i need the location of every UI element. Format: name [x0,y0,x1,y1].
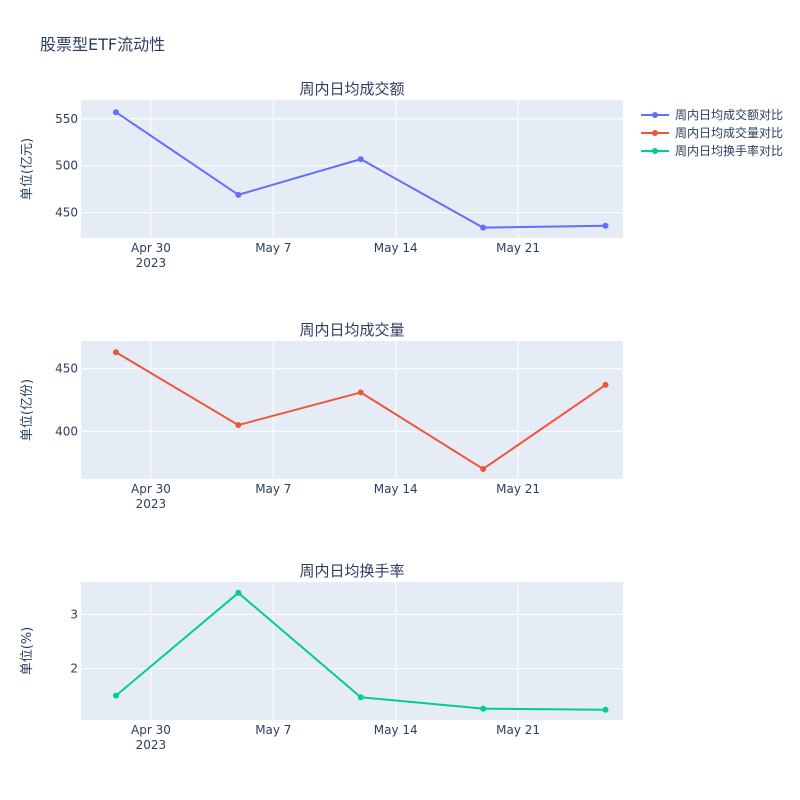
x-tick-year-label: 2023 [136,738,167,752]
y-tick-label: 2 [70,662,78,676]
legend-item[interactable]: 周内日均成交额对比 [641,107,783,122]
y-tick-label: 3 [70,607,78,621]
chart-panel-3: 周内日均换手率 Apr 302023 May 7 May 14 May 21 2 3 单位(%… [20,562,623,752]
data-point [480,465,487,472]
y-axis-label: 单位(亿份) [20,379,35,441]
x-tick-label: May 14 [374,241,418,255]
x-tick-year-label: 2023 [136,497,167,511]
data-point [112,109,119,116]
data-point [235,589,242,596]
legend-label: 周内日均成交量对比 [675,125,783,140]
x-tick-label: May 21 [496,241,540,255]
data-point [602,381,609,388]
chart-main-title: 股票型ETF流动性 [40,35,165,54]
plot-area [81,100,623,238]
data-point [602,222,609,229]
data-point [112,349,119,356]
y-axis-label: 单位(%) [20,627,35,676]
x-tick-label: May 7 [255,482,291,496]
x-tick-label: May 21 [496,723,540,737]
data-point [480,705,487,712]
legend-item[interactable]: 周内日均成交量对比 [641,125,783,140]
y-tick-label: 500 [55,159,78,173]
y-tick-label: 450 [55,206,78,220]
data-point [235,191,242,198]
x-tick-label: May 7 [255,241,291,255]
chart-panel-2: 周内日均成交量 Apr 302023 May 7 May 14 May 21 400 450… [20,321,623,511]
legend-label: 周内日均成交额对比 [675,107,783,122]
legend-swatch-marker [652,112,658,118]
subplot-title: 周内日均成交额 [299,80,404,98]
data-point [357,156,364,163]
legend-swatch-marker [652,130,658,136]
x-tick-label: May 7 [255,723,291,737]
plot-area [81,582,623,720]
x-tick-label: May 21 [496,482,540,496]
data-point [357,694,364,701]
y-tick-label: 550 [55,112,78,126]
panels: 周内日均成交额Apr 302023May 7 May 14 May 21450500… [20,80,623,752]
legend[interactable]: 周内日均成交额对比周内日均成交量对比周内日均换手率对比 [641,107,783,158]
y-axis-label: 单位(亿元) [20,138,35,200]
data-point [602,706,609,713]
legend-label: 周内日均换手率对比 [675,143,783,158]
legend-item[interactable]: 周内日均换手率对比 [641,143,783,158]
x-tick-label: Apr 30 [131,723,171,737]
x-tick-year-label: 2023 [136,256,167,270]
x-tick-label: Apr 30 [131,482,171,496]
plot-area [81,341,623,479]
data-point [235,422,242,429]
chart-panel-1: 周内日均成交额 Apr 302023 May 7 May 14 May 21 450 500… [20,80,623,270]
x-tick-label: Apr 30 [131,241,171,255]
subplot-title: 周内日均换手率 [299,562,404,580]
legend-swatch-marker [652,148,658,154]
data-point [480,224,487,231]
data-point [357,389,364,396]
figure: 股票型ETF流动性 周内日均成交额Apr 302023May 7 May 14 Ma… [20,35,783,752]
y-tick-label: 400 [55,424,78,438]
x-tick-label: May 14 [374,723,418,737]
data-point [112,692,119,699]
x-tick-label: May 14 [374,482,418,496]
subplot-title: 周内日均成交量 [299,321,404,339]
y-tick-label: 450 [55,362,78,376]
